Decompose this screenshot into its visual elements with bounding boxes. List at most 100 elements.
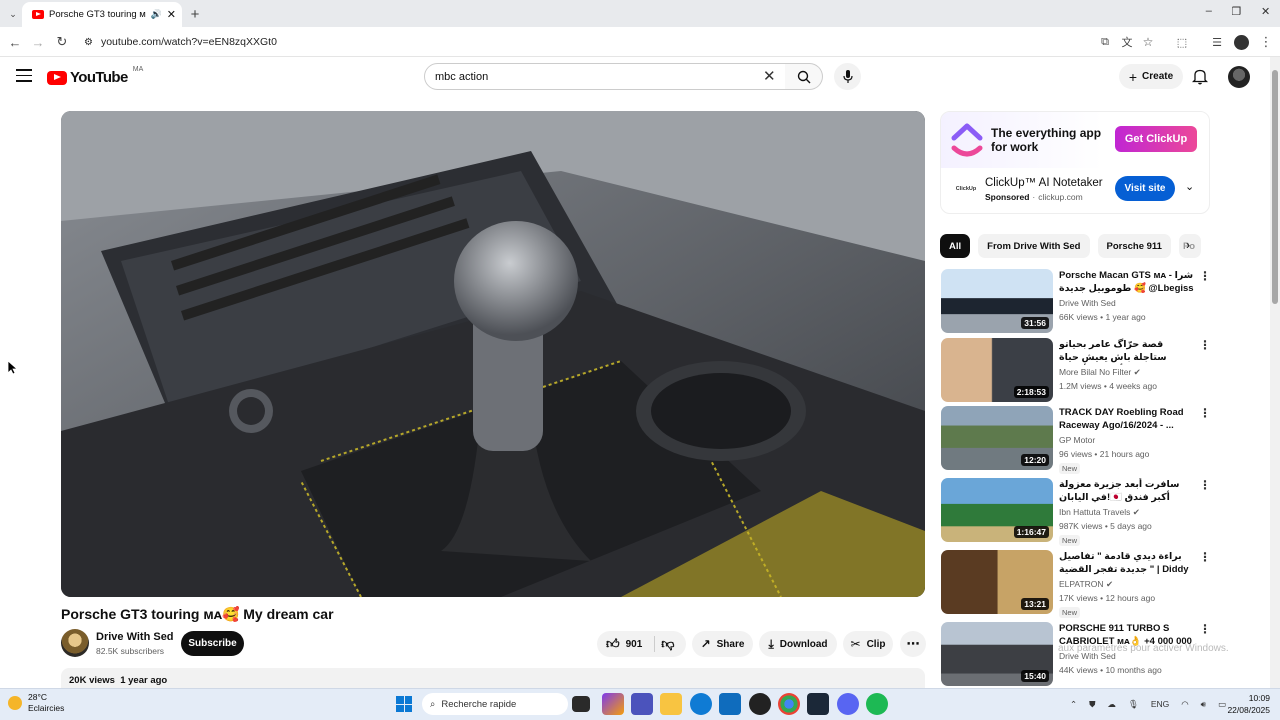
tray-overflow-chevron-icon[interactable]: ⌃ xyxy=(1070,699,1077,710)
recommendation-title[interactable]: سافرت أبعد جزيرة معزولة في اليابان!🇯🇵 أك… xyxy=(1059,478,1195,505)
hamburger-menu-icon[interactable] xyxy=(16,69,32,82)
create-button[interactable]: + Create xyxy=(1119,64,1183,89)
account-avatar[interactable] xyxy=(1228,66,1250,88)
copilot-icon[interactable] xyxy=(602,693,624,715)
reload-icon[interactable]: ↻ xyxy=(51,31,73,53)
chip-all[interactable]: All xyxy=(940,234,971,258)
video-thumbnail[interactable]: 13:21 xyxy=(941,550,1053,614)
search-button[interactable] xyxy=(785,63,823,90)
chrome-icon[interactable] xyxy=(778,693,800,715)
bookmark-star-icon[interactable]: ☆ xyxy=(1137,31,1159,53)
taskbar-search[interactable]: ⌕ Recherche rapide xyxy=(422,693,568,715)
tab-search-chevron-icon[interactable]: ⌄ xyxy=(2,3,24,25)
steam-icon[interactable] xyxy=(807,693,829,715)
recommendation-title[interactable]: TRACK DAY Roebling Road Raceway Ago/16/2… xyxy=(1059,406,1195,433)
mic-tray-icon[interactable]: 🎙︎ xyxy=(1128,699,1139,710)
clear-search-icon[interactable]: ✕ xyxy=(763,67,776,85)
browser-tab-active[interactable]: Porsche GT3 touring ᴍᴀ🥰 🔊 ✕ xyxy=(22,2,182,27)
install-app-icon[interactable]: ⧉ xyxy=(1094,31,1116,53)
forward-icon[interactable]: → xyxy=(27,31,49,53)
video-thumbnail[interactable]: 15:40 xyxy=(941,622,1053,686)
video-player[interactable] xyxy=(61,111,925,597)
recommendation-channel[interactable]: Ibn Hattuta Travels ✔ xyxy=(1059,507,1140,518)
download-button[interactable]: ⤓ Download xyxy=(759,631,837,657)
recommendation-item[interactable]: 31:56 Porsche Macan GTS ᴍᴀ - شرا طوموبيل… xyxy=(941,269,1241,333)
store-icon[interactable] xyxy=(719,693,741,715)
more-options-icon[interactable]: ⋮ xyxy=(1199,478,1211,494)
clip-button[interactable]: ✂ Clip xyxy=(843,631,893,657)
subscribe-button[interactable]: Subscribe xyxy=(181,631,244,656)
recommendation-title[interactable]: براءة ديدي قادمة " تفاصيل جديدة تفجر الق… xyxy=(1059,550,1195,577)
scrollbar-thumb[interactable] xyxy=(1272,70,1278,304)
recommendation-title[interactable]: Porsche Macan GTS ᴍᴀ - شرا طوموبيل جديدة… xyxy=(1059,269,1195,296)
site-info-icon[interactable]: ⚙ xyxy=(84,37,93,48)
channel-avatar[interactable] xyxy=(61,629,89,657)
media-app-icon[interactable] xyxy=(749,693,771,715)
like-button[interactable]: 👍︎ 901 xyxy=(606,636,642,652)
search-input[interactable]: mbc action ✕ xyxy=(424,63,786,90)
ad-banner[interactable]: The everything app for work Get ClickUp xyxy=(941,112,1209,168)
video-thumbnail[interactable]: 12:20 xyxy=(941,406,1053,470)
tab-close-icon[interactable]: ✕ xyxy=(167,8,176,21)
more-options-icon[interactable]: ⋮ xyxy=(1199,622,1211,638)
chips-next-chevron-icon[interactable]: › xyxy=(1186,238,1190,252)
tray-app-icon[interactable]: ⛊ xyxy=(1089,699,1095,710)
weather-widget[interactable]: 28°C Eclaircies xyxy=(8,692,64,714)
notifications-bell-icon[interactable] xyxy=(1192,68,1208,85)
task-view-icon[interactable] xyxy=(572,696,590,712)
more-options-icon[interactable]: ⋮ xyxy=(1199,338,1211,354)
edge-icon[interactable] xyxy=(690,693,712,715)
recommendation-channel[interactable]: ELPATRON ✔ xyxy=(1059,579,1113,590)
video-thumbnail[interactable]: 2:18:53 xyxy=(941,338,1053,402)
share-button[interactable]: ↗ Share xyxy=(692,631,753,657)
recommendation-item[interactable]: 13:21 براءة ديدي قادمة " تفاصيل جديدة تف… xyxy=(941,550,1241,618)
chip-from-channel[interactable]: From Drive With Sed xyxy=(978,234,1090,258)
windows-start-icon[interactable] xyxy=(396,696,412,712)
ad-card[interactable]: The everything app for work Get ClickUp … xyxy=(940,111,1210,214)
taskbar-clock[interactable]: 10:09 22/08/2025 xyxy=(1220,692,1270,716)
file-explorer-icon[interactable] xyxy=(660,693,682,715)
recommendation-channel[interactable]: GP Motor xyxy=(1059,435,1095,445)
back-icon[interactable]: ← xyxy=(4,31,26,53)
wifi-icon[interactable]: ◠ xyxy=(1181,699,1188,710)
window-close-icon[interactable]: ✕ xyxy=(1261,5,1270,23)
dislike-button[interactable]: 👎︎ xyxy=(661,636,674,652)
teams-icon[interactable] xyxy=(631,693,653,715)
recommendation-item[interactable]: 1:16:47 سافرت أبعد جزيرة معزولة في الياب… xyxy=(941,478,1241,546)
minimize-icon[interactable]: – xyxy=(1206,5,1212,23)
recommendation-item[interactable]: 15:40 PORSCHE 911 TURBO S CABRIOLET ᴍᴀ👌 … xyxy=(941,622,1241,686)
more-options-icon[interactable]: ⋮ xyxy=(1199,269,1211,285)
video-thumbnail[interactable]: 1:16:47 xyxy=(941,478,1053,542)
maximize-icon[interactable]: ❐ xyxy=(1232,5,1242,23)
extensions-icon[interactable]: ⬚ xyxy=(1171,31,1193,53)
reading-list-icon[interactable]: ☰ xyxy=(1206,31,1228,53)
more-actions-button[interactable]: ⋯ xyxy=(900,631,926,657)
language-indicator[interactable]: ENG xyxy=(1151,699,1169,709)
recommendation-item[interactable]: 2:18:53 قصة حرّاگ عامر بحياتو ستاجلة باش… xyxy=(941,338,1241,402)
spotify-icon[interactable] xyxy=(866,693,888,715)
visit-site-button[interactable]: Visit site xyxy=(1115,176,1175,201)
chip-porsche-911[interactable]: Porsche 911 xyxy=(1097,234,1171,258)
channel-name[interactable]: Drive With Sed xyxy=(96,631,174,643)
translate-icon[interactable]: 文 xyxy=(1116,31,1138,53)
video-thumbnail[interactable]: 31:56 xyxy=(941,269,1053,333)
ad-banner-cta[interactable]: Get ClickUp xyxy=(1115,126,1197,152)
recommendation-channel[interactable]: Drive With Sed xyxy=(1059,298,1116,308)
voice-search-button[interactable] xyxy=(834,63,861,90)
cloud-icon[interactable]: ☁ xyxy=(1108,699,1117,710)
more-options-icon[interactable]: ⋮ xyxy=(1199,550,1211,566)
recommendation-item[interactable]: 12:20 TRACK DAY Roebling Road Raceway Ag… xyxy=(941,406,1241,474)
volume-icon[interactable]: 🔊︎ xyxy=(1201,699,1206,710)
recommendation-channel[interactable]: More Bilal No Filter ✔ xyxy=(1059,367,1141,378)
ad-expand-chevron-icon[interactable]: ⌄ xyxy=(1185,180,1194,193)
profile-avatar[interactable] xyxy=(1234,35,1249,50)
new-tab-button[interactable]: + xyxy=(184,3,206,25)
browser-menu-icon[interactable]: ⋮ xyxy=(1255,31,1277,53)
more-options-icon[interactable]: ⋮ xyxy=(1199,406,1211,422)
recommendation-title[interactable]: قصة حرّاگ عامر بحياتو ستاجلة باش يعيش حي… xyxy=(1059,338,1195,365)
taskbar-search-icon: ⌕ xyxy=(430,698,436,710)
address-bar[interactable]: ⚙ youtube.com/watch?v=eEN8zqXXGt0 xyxy=(78,31,1168,53)
youtube-logo[interactable]: YouTube MA xyxy=(47,66,143,86)
discord-icon[interactable] xyxy=(837,693,859,715)
tab-audio-icon[interactable]: 🔊 xyxy=(151,9,162,20)
